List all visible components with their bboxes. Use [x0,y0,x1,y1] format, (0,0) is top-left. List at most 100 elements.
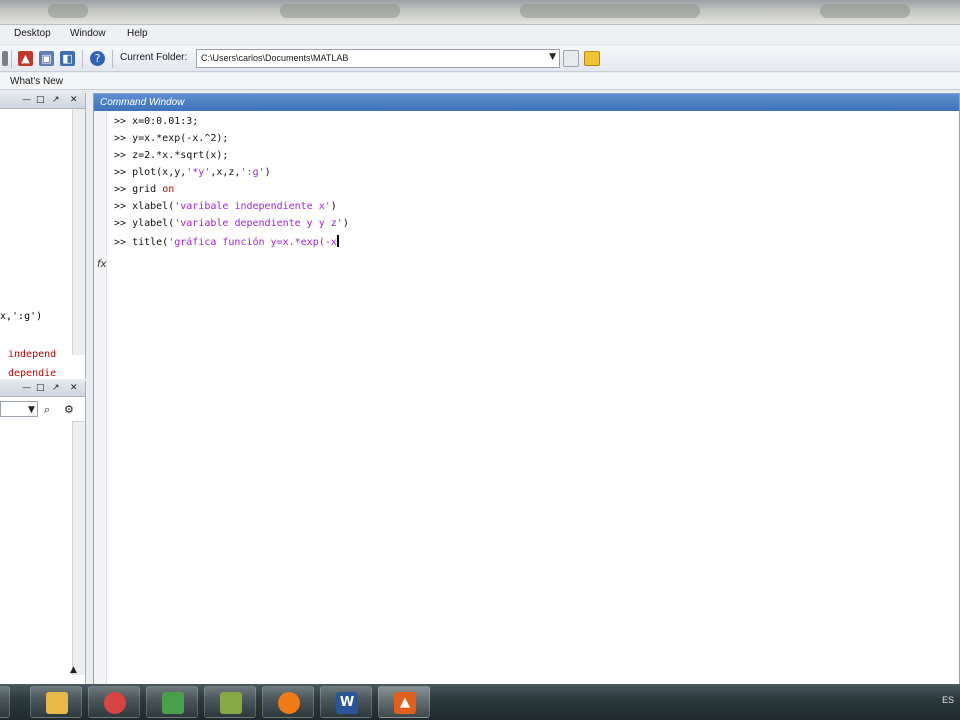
restore-icon[interactable]: □ [36,383,45,393]
current-folder-path: C:\Users\carlos\Documents\MATLAB [201,53,349,63]
matlab-window: Desktop Window Help ▲ ▣ ◧ ? Current Fold… [0,24,960,685]
history-fragment[interactable]: independ [8,349,56,360]
browse-folder-icon[interactable] [563,50,579,67]
history-fragment[interactable]: x,':g') [0,311,42,322]
menu-desktop[interactable]: Desktop [14,28,51,39]
chrome-icon [104,692,126,714]
command-window: Command Window fx >> x=0:0.01:3; >> y=x.… [93,93,960,685]
prompt: >> [114,201,127,212]
command-line: >> z=2.*x.*sqrt(x); [114,150,349,167]
function-browser-icon[interactable]: fx [97,259,106,270]
undock-icon[interactable]: ↗ [52,95,60,105]
chevron-down-icon[interactable]: ▼ [549,52,556,62]
prompt: >> [114,167,127,178]
start-button[interactable] [0,686,10,718]
close-icon[interactable]: ✕ [70,383,78,393]
taskbar-app-firefox[interactable] [262,686,314,718]
command-code: title( [132,237,169,248]
toolbar-separator [82,50,83,68]
command-line: >> xlabel('varibale independiente x') [114,201,349,218]
firefox-icon [278,692,300,714]
desktop-blur [520,4,700,18]
command-window-title: Command Window [100,97,185,108]
gear-icon[interactable]: ⚙ [64,403,74,416]
taskbar-app-word[interactable]: W [320,686,372,718]
prompt: >> [114,237,127,248]
notes-icon [220,692,242,714]
minimize-icon[interactable]: — [22,95,31,105]
word-icon: W [336,692,358,714]
layout-icon[interactable]: ▣ [39,51,54,66]
taskbar-app-chrome[interactable] [88,686,140,718]
toolbar-separator [11,50,12,68]
desktop-blur [280,4,400,18]
language-indicator[interactable]: ES [942,695,954,705]
menu-bar: Desktop Window Help [0,25,960,44]
command-line: >> y=x.*exp(-x.^2); [114,133,349,150]
command-line: >> ylabel('variable dependiente y y z') [114,218,349,235]
command-string: ':g' [240,167,265,178]
command-string: 'varibale independiente x' [174,201,331,212]
command-string: '*y' [186,167,211,178]
restore-icon[interactable]: □ [36,95,45,105]
explorer-icon [46,692,68,714]
taskbar-app-network[interactable] [146,686,198,718]
search-icon[interactable]: ⌕ [44,403,50,417]
command-input-area[interactable]: >> x=0:0.01:3; >> y=x.*exp(-x.^2); >> z=… [114,116,349,252]
chevron-down-icon[interactable]: ▼ [28,405,35,415]
command-code: y=x.*exp(-x.^2); [132,133,229,144]
command-code: z=2.*x.*sqrt(x); [132,150,229,161]
command-code: xlabel( [132,201,175,212]
desktop-blur [48,4,88,18]
taskbar-app-explorer[interactable] [30,686,82,718]
command-history-pane: — □ ↗ ✕ x,':g') independ dependie [0,93,86,379]
command-line: >> plot(x,y,'*y',x,z,':g') [114,167,349,184]
menu-window[interactable]: Window [70,28,106,39]
folder-up-icon[interactable] [584,51,600,66]
current-folder-field[interactable]: C:\Users\carlos\Documents\MATLAB ▼ [196,49,560,68]
command-code: ) [330,201,337,212]
paste-icon[interactable] [2,51,8,66]
toolbar-separator [112,50,113,68]
command-code: x=0:0.01:3; [132,116,199,127]
command-line: >> title('gráfica función y=x.*exp(-x [114,235,349,252]
command-code: ) [264,167,271,178]
simulink-icon[interactable]: ▲ [18,51,33,66]
desktop-blur [820,4,910,18]
command-line: >> x=0:0.01:3; [114,116,349,133]
pane-header: — □ ↗ ✕ [0,93,85,109]
text-caret [336,235,339,247]
current-folder-label: Current Folder: [120,52,188,63]
taskbar-app-notes[interactable] [204,686,256,718]
command-keyword: on [162,184,175,195]
pane-header: — □ ↗ ✕ [0,381,85,397]
prompt: >> [114,184,127,195]
desktop-background [0,0,960,24]
command-string: 'gráfica función y=x.*exp(-x [168,237,337,248]
help-icon[interactable]: ? [90,51,105,66]
matlab-icon: ▲ [394,692,416,714]
chevron-up-icon[interactable]: ▲ [70,665,77,675]
prompt: >> [114,133,127,144]
command-code: plot(x,y, [132,167,187,178]
command-string: 'variable dependiente y y z' [174,218,343,229]
taskbar-app-matlab[interactable]: ▲ [378,686,430,718]
minimize-icon[interactable]: — [22,383,31,393]
history-scrollbar[interactable] [72,109,85,355]
command-line: >> grid on [114,184,349,201]
command-code: ,x,z, [210,167,241,178]
toolbar: ▲ ▣ ◧ ? Current Folder: C:\Users\carlos\… [0,46,960,72]
close-icon[interactable]: ✕ [70,95,78,105]
command-code: grid [132,184,163,195]
prompt: >> [114,150,127,161]
menu-help[interactable]: Help [127,28,148,39]
workspace-pane: — □ ↗ ✕ ▼ ⌕ ⚙ ▲ [0,381,86,685]
prompt: >> [114,116,127,127]
command-gutter: fx [94,111,107,685]
undock-icon[interactable]: ↗ [52,383,60,393]
whats-new-link[interactable]: What's New [10,76,63,87]
history-fragment[interactable]: dependie [8,368,56,379]
guide-icon[interactable]: ◧ [60,51,75,66]
command-code: ylabel( [132,218,175,229]
workspace-scrollbar[interactable] [72,421,85,675]
